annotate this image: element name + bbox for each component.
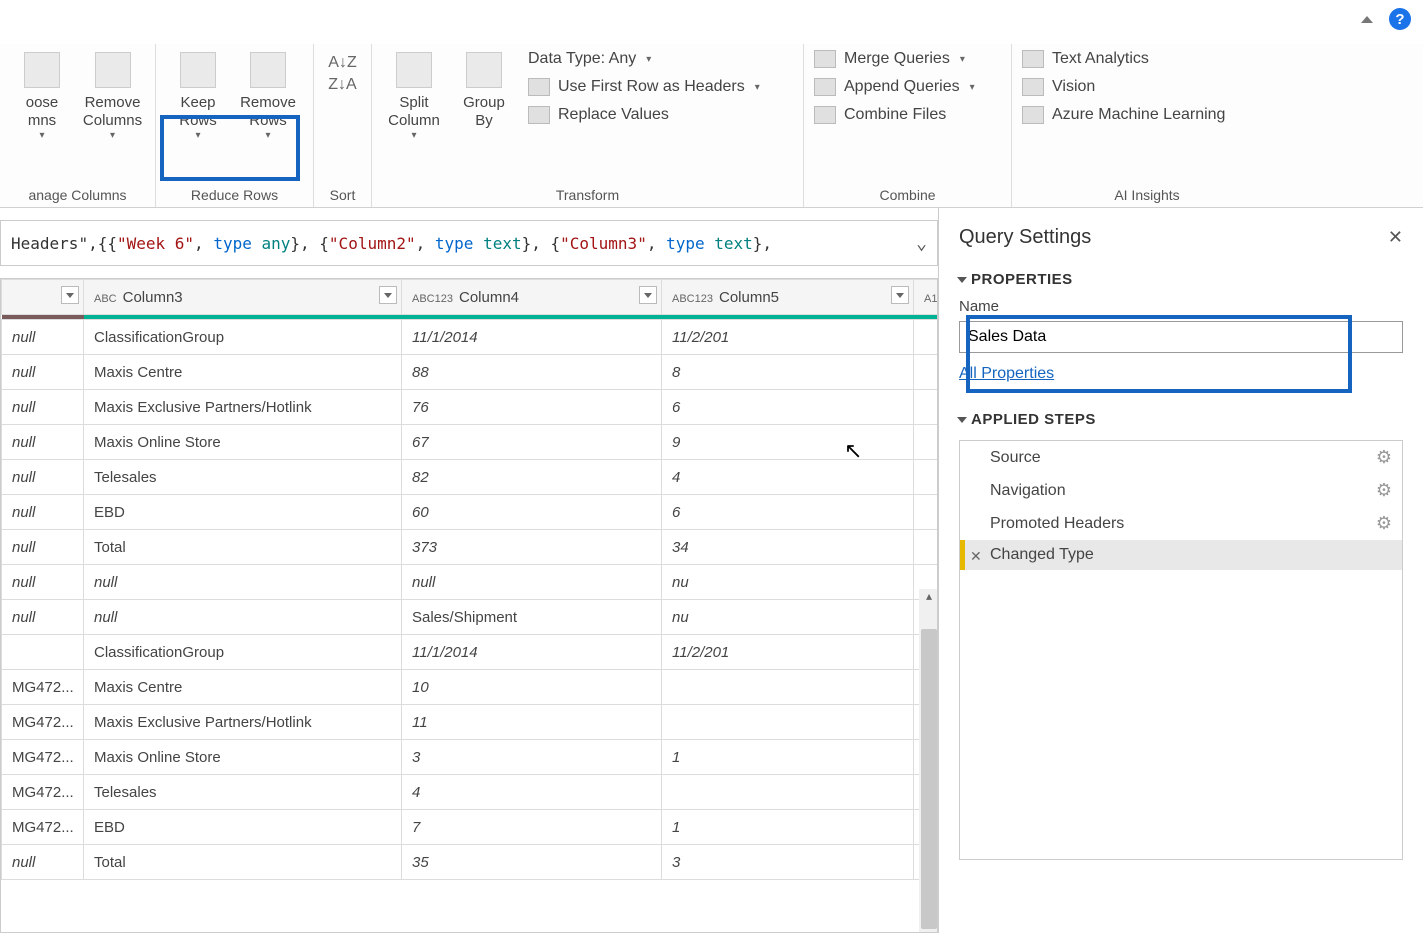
delete-step-icon[interactable]: ✕ xyxy=(970,548,982,565)
applied-step[interactable]: ✕Changed Type xyxy=(960,540,1402,570)
applied-step[interactable]: Source⚙ xyxy=(960,441,1402,474)
filter-icon[interactable] xyxy=(61,286,79,304)
vertical-scrollbar[interactable]: ▴ ▾ xyxy=(919,589,938,933)
table-row[interactable]: MG472...Maxis Centre10 xyxy=(2,670,939,705)
all-properties-link[interactable]: All Properties xyxy=(959,365,1054,383)
split-column-button[interactable]: Split Column▾ xyxy=(382,50,446,144)
filter-icon[interactable] xyxy=(379,286,397,304)
table-row[interactable]: nullMaxis Exclusive Partners/Hotlink766 xyxy=(2,390,939,425)
table-row[interactable]: nullTotal353 xyxy=(2,845,939,880)
data-grid[interactable]: ABCColumn3ABC123Column4ABC123Column5A1 n… xyxy=(0,278,938,933)
keep-rows-button[interactable]: Keep Rows▾ xyxy=(166,50,230,144)
table-row[interactable]: MG472...Maxis Online Store31 xyxy=(2,740,939,775)
table-row[interactable]: nullTelesales824 xyxy=(2,460,939,495)
replace-values-button[interactable]: Replace Values xyxy=(528,106,760,124)
remove-columns-button[interactable]: Remove Columns▾ xyxy=(80,50,145,144)
properties-header: PROPERTIES xyxy=(971,271,1073,288)
table-row[interactable]: nullnullSales/Shipmentnu xyxy=(2,600,939,635)
group-label-manage-columns: anage Columns xyxy=(0,187,155,207)
group-label-transform: Transform xyxy=(372,187,803,207)
column-header[interactable]: ABCColumn3 xyxy=(84,280,402,315)
use-first-row-headers-button[interactable]: Use First Row as Headers▾ xyxy=(528,78,760,96)
column-header[interactable] xyxy=(2,280,84,315)
column-header[interactable]: ABC123Column4 xyxy=(402,280,662,315)
choose-columns-button[interactable]: oose mns▾ xyxy=(10,50,74,144)
table-row[interactable]: nullEBD606 xyxy=(2,495,939,530)
query-settings-panel: Query Settings ✕ PROPERTIES Name All Pro… xyxy=(938,208,1423,933)
group-by-button[interactable]: Group By xyxy=(452,50,516,132)
applied-step[interactable]: Navigation⚙ xyxy=(960,474,1402,507)
text-analytics-button[interactable]: Text Analytics xyxy=(1022,50,1225,68)
sort-desc-icon[interactable]: Z↓A xyxy=(328,76,356,94)
panel-title: Query Settings xyxy=(959,226,1091,249)
help-icon[interactable]: ? xyxy=(1389,8,1411,30)
table-row[interactable]: nullnullnullnu xyxy=(2,565,939,600)
column-header[interactable]: ABC123Column5 xyxy=(662,280,914,315)
merge-queries-button[interactable]: Merge Queries▾ xyxy=(814,50,975,68)
azure-ml-button[interactable]: Azure Machine Learning xyxy=(1022,106,1225,124)
formula-bar[interactable]: Headers",{{"Week 6", type any}, {"Column… xyxy=(0,220,938,266)
formula-expand-icon[interactable]: ⌄ xyxy=(916,233,927,254)
group-label-reduce-rows: Reduce Rows xyxy=(156,187,313,207)
ribbon-collapse-chevron[interactable] xyxy=(1361,16,1373,23)
group-label-sort: Sort xyxy=(314,187,371,207)
remove-rows-button[interactable]: Remove Rows▾ xyxy=(236,50,300,144)
table-row[interactable]: ClassificationGroup11/1/201411/2/201 xyxy=(2,635,939,670)
data-type-button[interactable]: Data Type: Any▾ xyxy=(528,50,760,68)
applied-steps-header: APPLIED STEPS xyxy=(971,411,1096,428)
filter-icon[interactable] xyxy=(639,286,657,304)
table-row[interactable]: nullTotal37334 xyxy=(2,530,939,565)
table-row[interactable]: MG472...Telesales4 xyxy=(2,775,939,810)
table-row[interactable]: MG472...EBD71 xyxy=(2,810,939,845)
append-queries-button[interactable]: Append Queries▾ xyxy=(814,78,975,96)
vision-button[interactable]: Vision xyxy=(1022,78,1225,96)
close-icon[interactable]: ✕ xyxy=(1388,227,1403,248)
name-label: Name xyxy=(959,298,999,315)
table-row[interactable]: nullMaxis Online Store679 xyxy=(2,425,939,460)
sort-asc-icon[interactable]: A↓Z xyxy=(328,54,356,72)
query-name-input[interactable] xyxy=(959,321,1403,353)
applied-steps-list: Source⚙Navigation⚙Promoted Headers⚙✕Chan… xyxy=(959,440,1403,860)
ribbon: oose mns▾ Remove Columns▾ anage Columns … xyxy=(0,44,1423,208)
combine-files-button[interactable]: Combine Files xyxy=(814,106,975,124)
group-label-ai: AI Insights xyxy=(1012,187,1282,207)
gear-icon[interactable]: ⚙ xyxy=(1376,513,1392,534)
group-label-combine: Combine xyxy=(804,187,1011,207)
table-row[interactable]: nullMaxis Centre888 xyxy=(2,355,939,390)
gear-icon[interactable]: ⚙ xyxy=(1376,480,1392,501)
column-header[interactable]: A1 xyxy=(914,280,939,315)
filter-icon[interactable] xyxy=(891,286,909,304)
gear-icon[interactable]: ⚙ xyxy=(1376,447,1392,468)
table-row[interactable]: MG472...Maxis Exclusive Partners/Hotlink… xyxy=(2,705,939,740)
table-row[interactable]: nullClassificationGroup11/1/201411/2/201 xyxy=(2,320,939,355)
applied-step[interactable]: Promoted Headers⚙ xyxy=(960,507,1402,540)
